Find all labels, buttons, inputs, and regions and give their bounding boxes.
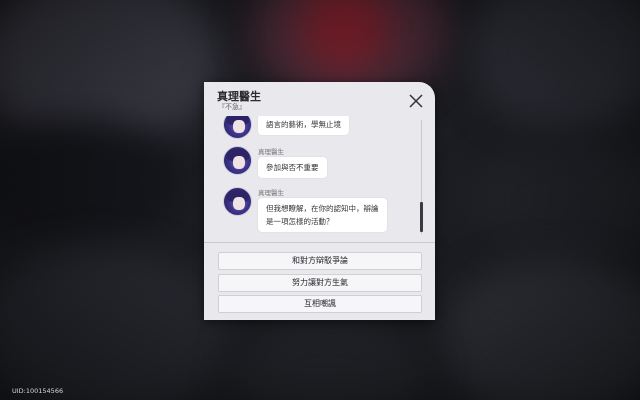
dialog-panel: 真理醫生 『不急』 語言的藝術，學無止境 真理醫生 參加與否不重要 真理醫生 但…: [204, 82, 435, 320]
option-button[interactable]: 互相嘲諷: [218, 295, 422, 313]
option-button[interactable]: 努力讓對方生氣: [218, 274, 422, 292]
close-button[interactable]: [408, 93, 424, 109]
message-bubble: 但我想瞭解，在你的認知中，辯論 是一項怎樣的活動？: [258, 198, 387, 232]
close-icon: [409, 94, 423, 108]
message-bubble: 參加與否不重要: [258, 157, 327, 178]
scrollbar-thumb[interactable]: [420, 202, 423, 232]
uid-label: UID:100154566: [12, 387, 64, 395]
dialog-subtitle: 『不急』: [218, 103, 246, 111]
avatar: [223, 187, 252, 216]
avatar: [223, 146, 252, 175]
divider: [204, 242, 435, 243]
avatar: [223, 116, 252, 139]
message-line: 但我想瞭解，在你的認知中，辯論: [266, 204, 379, 213]
message-bubble: 語言的藝術，學無止境: [258, 116, 349, 135]
message-line: 是一項怎樣的活動？: [266, 217, 334, 226]
speaker-name: 真理醫生: [258, 148, 284, 156]
option-button[interactable]: 和對方辯駁爭論: [218, 252, 422, 270]
speaker-name: 真理醫生: [258, 189, 284, 197]
chat-log[interactable]: 語言的藝術，學無止境 真理醫生 參加與否不重要 真理醫生 但我想瞭解，在你的認知…: [204, 116, 435, 238]
